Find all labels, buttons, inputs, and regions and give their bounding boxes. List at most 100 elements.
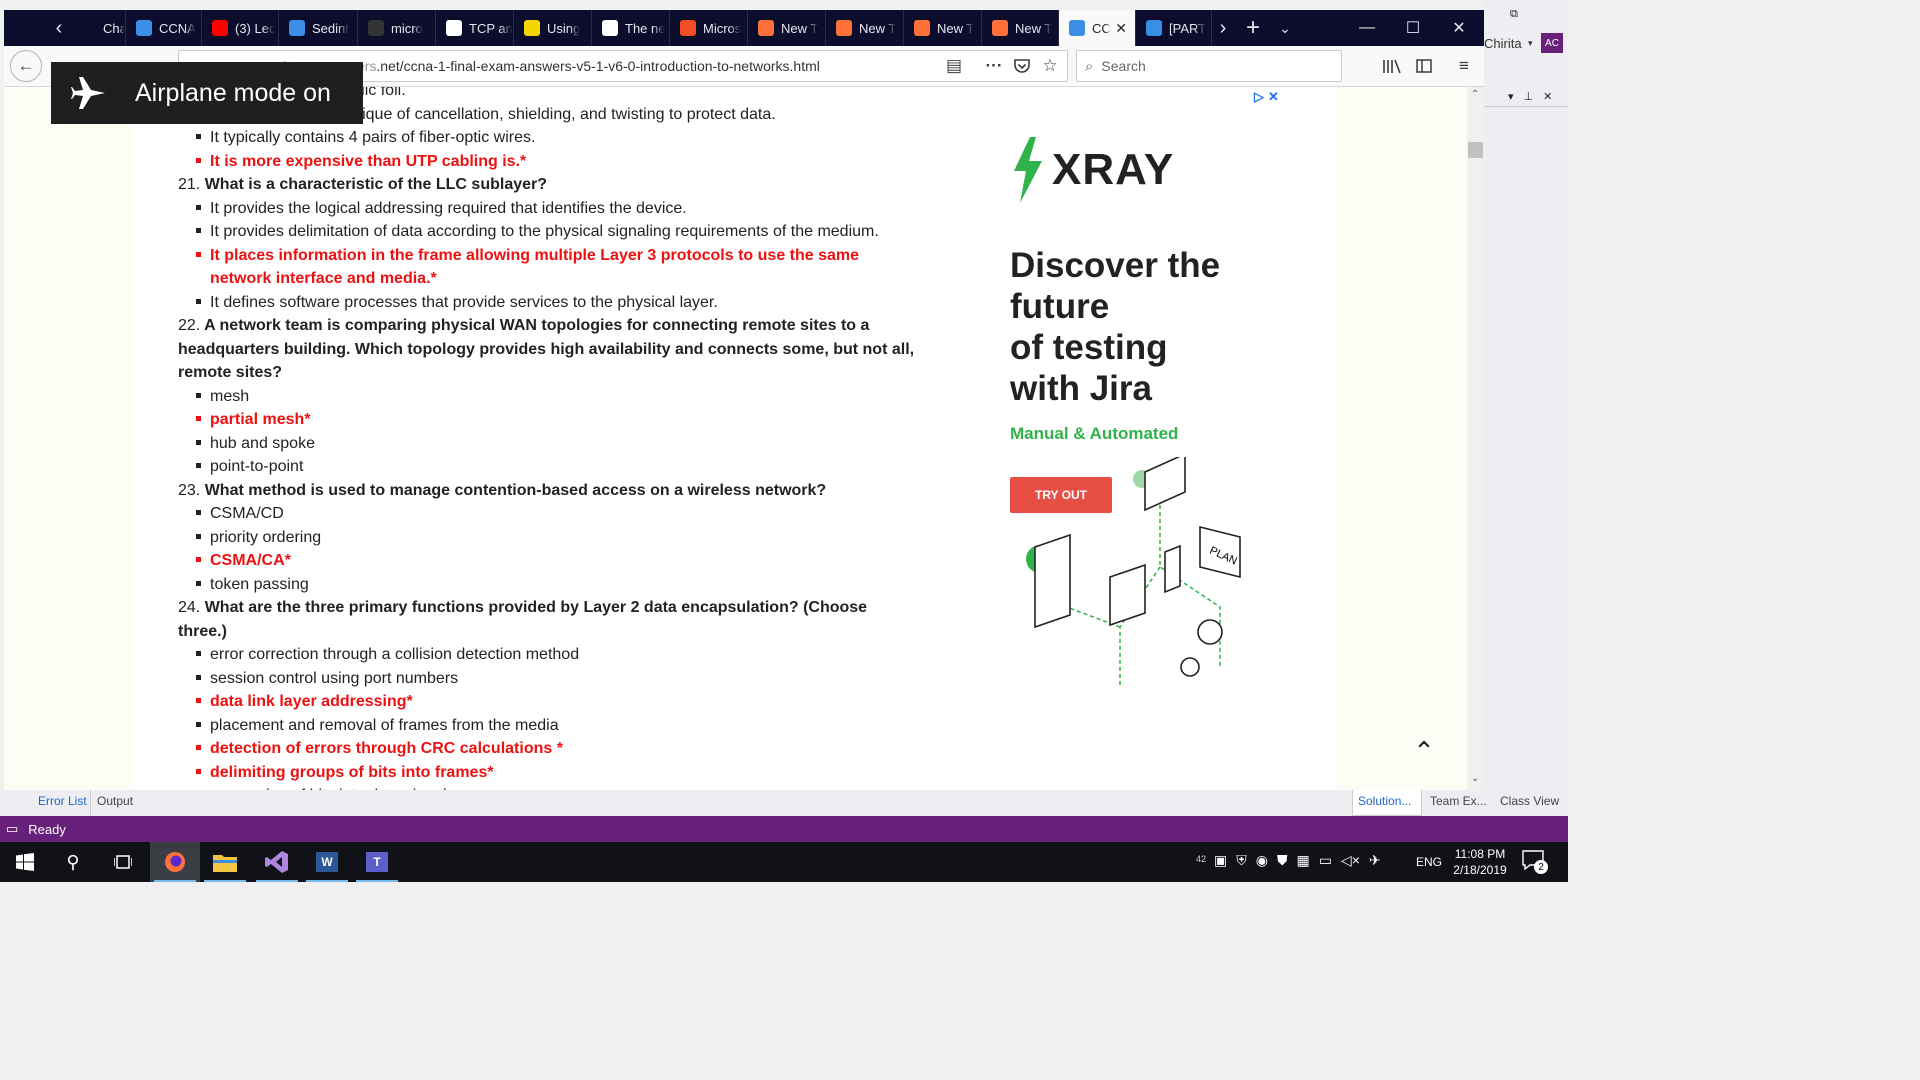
- battery-icon[interactable]: ▭: [1319, 852, 1332, 869]
- scroll-up-arrow-icon[interactable]: ⌃: [1471, 89, 1479, 100]
- correct-answer-option: CSMA/CA*: [178, 549, 918, 573]
- hamburger-menu-icon[interactable]: ≡: [1452, 54, 1476, 78]
- search-taskbar-icon[interactable]: ⚲: [48, 842, 98, 882]
- page-actions-icon[interactable]: ···: [982, 54, 1006, 78]
- correct-answer-option: data link layer addressing*: [178, 690, 918, 714]
- library-icon[interactable]: [1380, 54, 1404, 78]
- teams-icon[interactable]: T: [352, 842, 402, 882]
- browser-tab[interactable]: Sedint: [279, 10, 358, 46]
- question: 21. What is a characteristic of the LLC …: [178, 173, 918, 197]
- correct-answer-option: It places information in the frame allow…: [178, 244, 918, 291]
- page-scrollbar[interactable]: ⌃ ⌄: [1467, 87, 1484, 790]
- browser-tab[interactable]: Using: [514, 10, 592, 46]
- ad-headline-line: of testing: [1010, 328, 1168, 367]
- list-all-tabs-icon[interactable]: ⌄: [1270, 10, 1300, 46]
- option-text: It defines software processes that provi…: [210, 293, 718, 311]
- answer-option: mesh: [178, 385, 918, 409]
- vs-user-name[interactable]: Chirita: [1484, 36, 1522, 51]
- question-text: What method is used to manage contention…: [204, 481, 827, 499]
- clock[interactable]: 11:08 PM 2/18/2019: [1448, 846, 1512, 878]
- maximize-button[interactable]: ☐: [1390, 10, 1436, 46]
- tab-title: TCP an: [469, 20, 513, 36]
- xray-advertisement[interactable]: ▷ ✕ XRAY Discover the future of testing w…: [1004, 87, 1304, 790]
- shield-tray-icon[interactable]: ⛨: [1236, 852, 1247, 869]
- tab-solution-explorer[interactable]: Solution...: [1358, 794, 1411, 808]
- action-center-icon[interactable]: 2: [1522, 850, 1550, 876]
- browser-tab[interactable]: New T: [826, 10, 904, 46]
- browser-tab[interactable]: New T: [748, 10, 826, 46]
- microsoft-icon: [680, 20, 696, 36]
- file-explorer-icon[interactable]: [200, 842, 250, 882]
- ad-illustration: PLAN: [1026, 457, 1241, 687]
- close-window-button[interactable]: ✕: [1436, 10, 1482, 46]
- volume-muted-icon[interactable]: ◁×: [1341, 852, 1360, 869]
- tab-class-view[interactable]: Class View: [1500, 794, 1559, 808]
- new-tab-button[interactable]: +: [1238, 10, 1268, 46]
- browser-tab[interactable]: New T: [982, 10, 1059, 46]
- status-text: Ready: [28, 821, 66, 837]
- browser-tab[interactable]: [PART: [1136, 10, 1212, 46]
- option-text: data link layer addressing*: [210, 693, 413, 710]
- teams-tray-icon[interactable]: ▣: [1214, 852, 1227, 869]
- firefox-icon: [836, 20, 852, 36]
- scroll-down-arrow-icon[interactable]: ⌄: [1471, 773, 1479, 784]
- browser-tab[interactable]: The ne: [592, 10, 670, 46]
- restore-window-icon[interactable]: ⧉: [1510, 8, 1518, 21]
- network-tray-icon[interactable]: ▦: [1296, 852, 1309, 869]
- option-text: hub and spoke: [210, 434, 315, 452]
- question-text: A network team is comparing physical WAN…: [178, 317, 915, 381]
- question-text: What are the three primary functions pro…: [178, 599, 868, 640]
- browser-tab[interactable]: micro: [358, 10, 436, 46]
- airplane-tray-icon[interactable]: ✈: [1369, 852, 1381, 869]
- browser-tab[interactable]: (3) Lec: [202, 10, 279, 46]
- record-tray-icon[interactable]: ◉: [1256, 852, 1268, 869]
- user-dropdown-icon[interactable]: ▾: [1528, 38, 1533, 49]
- tab-title: (3) Lec: [235, 20, 276, 36]
- pocket-icon[interactable]: [1010, 54, 1034, 78]
- panel-dropdown-icon[interactable]: ▾: [1508, 90, 1514, 103]
- ad-headline-line: future: [1010, 287, 1110, 326]
- ad-close-icon[interactable]: ✕: [1268, 89, 1279, 105]
- user-avatar[interactable]: AC: [1541, 33, 1563, 53]
- panel-close-icon[interactable]: ✕: [1543, 90, 1552, 103]
- minimize-button[interactable]: —: [1344, 10, 1390, 46]
- tab-close-icon[interactable]: ✕: [1115, 20, 1127, 37]
- option-text: It is more expensive than UTP cabling is…: [210, 152, 527, 170]
- question-number: 24.: [178, 599, 201, 616]
- browser-tab[interactable]: Chapt: [70, 10, 126, 46]
- ad-subhead: Manual & Automated: [1010, 424, 1179, 443]
- task-view-icon[interactable]: [98, 842, 148, 882]
- reader-view-icon[interactable]: ▤: [942, 54, 966, 78]
- answer-option: token passing: [178, 573, 918, 597]
- start-windows-icon[interactable]: [0, 842, 50, 882]
- security-tray-icon[interactable]: ⛊: [1277, 852, 1288, 869]
- word-icon[interactable]: W: [302, 842, 352, 882]
- search-placeholder: Search: [1101, 58, 1146, 74]
- tab-output[interactable]: Output: [97, 794, 133, 808]
- browser-tab[interactable]: Micros: [670, 10, 748, 46]
- language-indicator[interactable]: ENG: [1416, 855, 1442, 869]
- page-body: It is wrapped in metallic foil.It combin…: [134, 87, 1336, 790]
- back-arrow-icon[interactable]: ←: [10, 50, 42, 82]
- tab-error-list[interactable]: Error List: [38, 794, 87, 808]
- pin-icon[interactable]: ⊥: [1524, 90, 1534, 103]
- mail-icon: [602, 20, 618, 36]
- ad-brand: XRAY: [1052, 145, 1175, 194]
- scrollbar-thumb[interactable]: [1468, 142, 1483, 158]
- browser-tab[interactable]: CCNA: [126, 10, 202, 46]
- tab-scroll-right-icon[interactable]: ›: [1208, 10, 1238, 46]
- panel-controls: ▾ ⊥ ✕: [1508, 90, 1552, 103]
- tab-team-explorer[interactable]: Team Ex...: [1430, 794, 1487, 808]
- adchoices-icon[interactable]: ▷ ✕: [1254, 89, 1279, 105]
- browser-tab[interactable]: New T: [904, 10, 982, 46]
- firefox-taskbar-icon[interactable]: [150, 842, 200, 882]
- sidebar-toggle-icon[interactable]: [1412, 54, 1436, 78]
- airplane-mode-toast: Airplane mode on: [51, 62, 363, 124]
- browser-tab[interactable]: CC ✕: [1059, 10, 1136, 46]
- bookmark-star-icon[interactable]: ☆: [1038, 54, 1062, 78]
- search-input[interactable]: ⌕ Search: [1076, 50, 1342, 82]
- scroll-to-top-icon[interactable]: ⌃: [1402, 733, 1446, 769]
- visual-studio-icon[interactable]: [252, 842, 302, 882]
- browser-tab[interactable]: TCP an: [436, 10, 514, 46]
- question-number: 23.: [178, 481, 201, 499]
